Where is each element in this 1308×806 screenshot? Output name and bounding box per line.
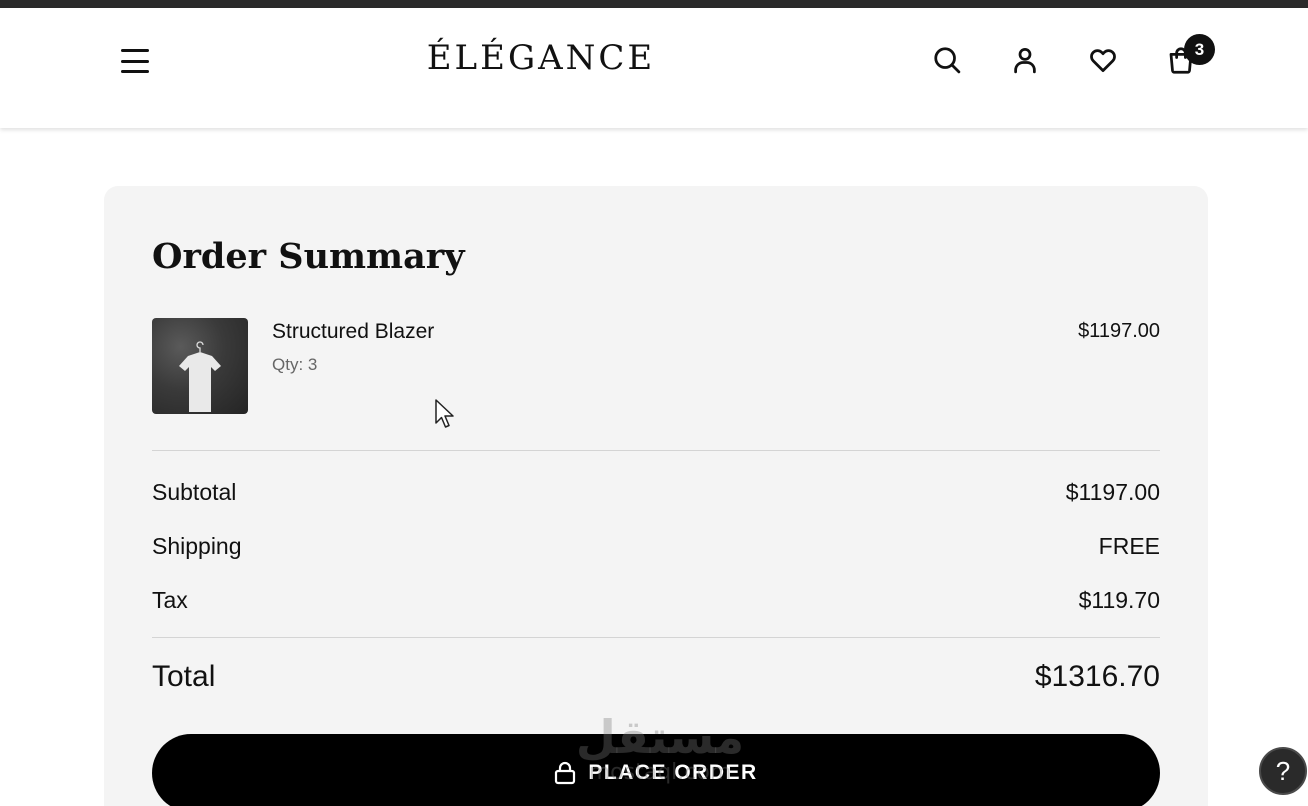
product-name: Structured Blazer	[272, 320, 435, 343]
order-summary-title: Order Summary	[152, 236, 465, 277]
place-order-label: PLACE ORDER	[588, 761, 758, 784]
product-image	[152, 318, 248, 414]
total-value: $1316.70	[1034, 660, 1160, 693]
shipping-value: FREE	[1098, 533, 1160, 559]
total-label: Total	[152, 660, 216, 693]
subtotal-value: $1197.00	[1065, 479, 1160, 505]
mouse-cursor-icon	[435, 399, 454, 428]
menu-icon[interactable]	[118, 45, 152, 77]
user-icon[interactable]	[1008, 42, 1042, 78]
site-header: ÉLÉGANCE 3	[0, 8, 1308, 128]
divider	[152, 637, 1160, 638]
divider	[152, 450, 1160, 451]
tax-label: Tax	[152, 587, 188, 613]
help-button[interactable]: ?	[1259, 747, 1307, 795]
quantity-value: 3	[307, 355, 318, 374]
place-order-button[interactable]: PLACE ORDER	[152, 734, 1160, 806]
product-price: $1197.00	[1078, 320, 1160, 342]
cart-count-badge: 3	[1184, 34, 1215, 65]
subtotal-label: Subtotal	[152, 479, 237, 505]
tax-value: $119.70	[1078, 587, 1160, 613]
top-strip	[0, 0, 1308, 8]
brand-logo[interactable]: ÉLÉGANCE	[380, 38, 702, 78]
search-icon[interactable]	[930, 42, 964, 78]
order-summary-card	[104, 186, 1208, 806]
heart-icon[interactable]	[1086, 42, 1120, 78]
quantity-label: Qty:	[272, 355, 304, 374]
shipping-label: Shipping	[152, 533, 242, 559]
lock-icon	[555, 761, 576, 785]
product-quantity: Qty: 3	[272, 355, 317, 375]
